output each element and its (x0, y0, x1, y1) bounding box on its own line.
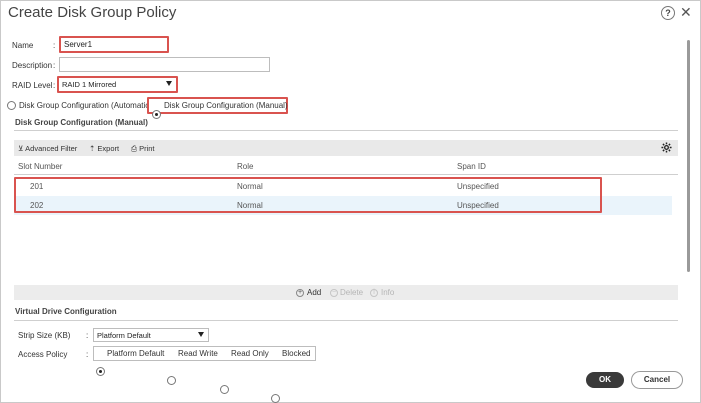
access-platform-default-radio[interactable] (96, 367, 105, 376)
virtual-drive-section-title: Virtual Drive Configuration (15, 307, 117, 316)
print-label: Print (139, 144, 155, 153)
export-icon: ⇡ (89, 144, 96, 153)
config-automatic-label[interactable]: Disk Group Configuration (Automatic (19, 101, 149, 110)
print-icon: ⎙ (131, 144, 137, 153)
raid-level-colon: : (53, 81, 56, 90)
manual-section-title: Disk Group Configuration (Manual) (15, 118, 148, 127)
chevron-down-icon (166, 81, 172, 86)
delete-button[interactable]: Delete (340, 288, 363, 297)
cancel-button[interactable]: Cancel (631, 371, 683, 389)
access-blocked-radio[interactable] (271, 394, 280, 403)
raid-level-label: RAID Level (12, 81, 53, 90)
filter-icon: ⊻ (18, 144, 24, 153)
column-header-slot-number[interactable]: Slot Number (18, 162, 62, 171)
info-icon: i (370, 289, 378, 297)
access-policy-label: Access Policy (18, 350, 68, 359)
raid-level-value: RAID 1 Mirrored (62, 80, 117, 89)
rows-highlight (14, 177, 602, 213)
name-input[interactable]: Server1 (59, 36, 169, 53)
access-read-only-label[interactable]: Read Only (231, 349, 269, 358)
export-button[interactable]: ⇡ Export (89, 144, 119, 153)
strip-size-value: Platform Default (97, 331, 151, 340)
header-divider (14, 174, 678, 175)
gear-icon[interactable] (661, 142, 672, 153)
description-colon: : (53, 61, 56, 70)
name-colon: : (53, 41, 56, 50)
chevron-down-icon (198, 332, 204, 337)
strip-size-label: Strip Size (KB) (18, 331, 71, 340)
delete-icon: − (330, 289, 338, 297)
info-button[interactable]: Info (381, 288, 394, 297)
advanced-filter-label: Advanced Filter (25, 144, 78, 153)
section-divider (14, 130, 678, 131)
print-button[interactable]: ⎙ Print (131, 144, 155, 154)
virtual-drive-divider (14, 320, 678, 321)
access-platform-default-label[interactable]: Platform Default (107, 349, 164, 358)
ok-button[interactable]: OK (586, 372, 624, 388)
access-blocked-label[interactable]: Blocked (282, 349, 310, 358)
config-manual-label[interactable]: Disk Group Configuration (Manual) (164, 101, 288, 110)
column-header-role[interactable]: Role (237, 162, 253, 171)
access-policy-colon: : (86, 350, 89, 359)
access-read-only-radio[interactable] (220, 385, 229, 394)
help-icon[interactable]: ? (661, 6, 675, 20)
close-icon[interactable]: ✕ (680, 4, 692, 20)
export-label: Export (97, 144, 120, 153)
scrollbar[interactable] (687, 40, 690, 272)
description-input[interactable] (59, 57, 270, 72)
strip-size-colon: : (86, 331, 89, 340)
add-button[interactable]: Add (307, 288, 321, 297)
strip-size-select[interactable]: Platform Default (93, 328, 209, 342)
access-read-write-radio[interactable] (167, 376, 176, 385)
add-icon[interactable]: + (296, 289, 304, 297)
raid-level-select[interactable]: RAID 1 Mirrored (57, 76, 178, 93)
dialog-title: Create Disk Group Policy (8, 4, 177, 21)
advanced-filter-button[interactable]: ⊻ Advanced Filter (18, 144, 77, 153)
access-read-write-label[interactable]: Read Write (178, 349, 218, 358)
config-automatic-radio[interactable] (7, 101, 16, 110)
name-label: Name (12, 41, 34, 50)
config-manual-radio[interactable] (152, 110, 161, 119)
description-label: Description (12, 61, 53, 70)
column-header-span-id[interactable]: Span ID (457, 162, 486, 171)
